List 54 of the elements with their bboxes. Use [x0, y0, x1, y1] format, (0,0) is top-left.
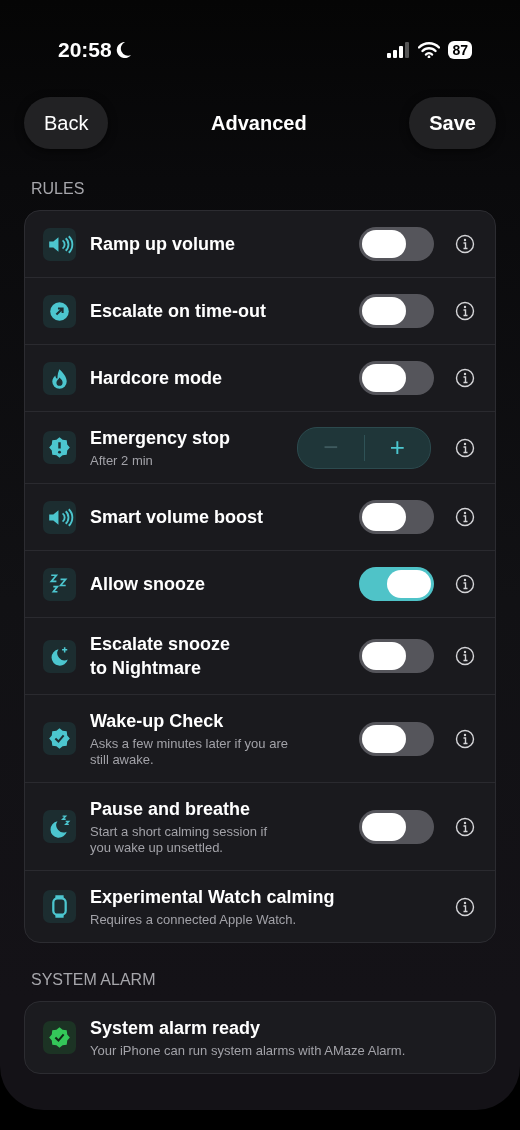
- battery-level: 87: [448, 41, 472, 59]
- moon-zzz-icon: [43, 810, 76, 843]
- check-badge-icon: [43, 722, 76, 755]
- info-icon[interactable]: [455, 896, 475, 917]
- rule-label: Hardcore mode: [90, 367, 224, 390]
- plus-button[interactable]: +: [364, 427, 430, 468]
- info-icon[interactable]: [455, 368, 475, 388]
- section-heading: SYSTEM ALARM: [30, 971, 157, 989]
- signal-icon: [386, 42, 411, 58]
- exclamation-badge-icon: [43, 431, 76, 464]
- watch-icon: [43, 890, 76, 923]
- status-description: Your iPhone can run system alarms with AMaze Alarm.: [90, 1043, 407, 1059]
- status-title: System alarm ready: [90, 1017, 262, 1040]
- clock-time: 20:58: [58, 38, 112, 62]
- rule-label: Smart volume boost: [90, 506, 265, 529]
- toggle-switch[interactable]: [359, 809, 434, 844]
- save-button[interactable]: Save: [409, 97, 496, 149]
- info-icon[interactable]: [455, 507, 475, 527]
- info-icon[interactable]: [455, 574, 475, 594]
- moon-icon: [115, 41, 132, 59]
- back-button[interactable]: Back: [24, 97, 109, 149]
- speaker-icon: [43, 227, 76, 261]
- zzz-icon: [43, 567, 76, 601]
- info-icon[interactable]: [455, 728, 475, 749]
- toggle-switch[interactable]: [359, 361, 434, 395]
- rule-label: Allow snooze: [90, 573, 206, 596]
- rule-description: After 2 min: [90, 453, 154, 469]
- rule-label: Escalate on time-out: [90, 300, 268, 323]
- rule-label: Experimental Watch calming: [90, 886, 336, 909]
- flame-icon: [43, 361, 76, 395]
- toggle-switch[interactable]: [359, 294, 434, 328]
- info-icon[interactable]: [455, 301, 475, 321]
- rule-label: Escalate snooze to Nightmare: [90, 633, 232, 680]
- toggle-switch[interactable]: [359, 639, 434, 673]
- screen-title: Advanced: [211, 111, 307, 135]
- toggle-switch[interactable]: [359, 500, 434, 534]
- speaker-icon: [43, 500, 76, 534]
- rule-description: Start a short calming session if you wake up unsettled.: [90, 824, 269, 856]
- toggle-switch[interactable]: [359, 721, 434, 756]
- info-icon[interactable]: [455, 234, 475, 254]
- info-icon[interactable]: [455, 816, 475, 837]
- rule-label: Emergency stop: [90, 427, 232, 450]
- rule-label: Pause and breathe: [90, 798, 252, 821]
- check-badge-icon: [43, 1021, 76, 1054]
- rule-description: Asks a few minutes later if you are still awake.: [90, 736, 289, 768]
- wifi-icon: [418, 42, 441, 58]
- info-icon[interactable]: [455, 437, 475, 458]
- toggle-switch[interactable]: [359, 227, 434, 261]
- rule-label: Ramp up volume: [90, 233, 237, 256]
- section-heading: RULES: [30, 180, 86, 198]
- toggle-switch[interactable]: [359, 567, 434, 601]
- rule-label: Wake-up Check: [90, 710, 225, 733]
- rule-description: Requires a connected Apple Watch.: [90, 912, 298, 928]
- info-icon[interactable]: [455, 646, 475, 666]
